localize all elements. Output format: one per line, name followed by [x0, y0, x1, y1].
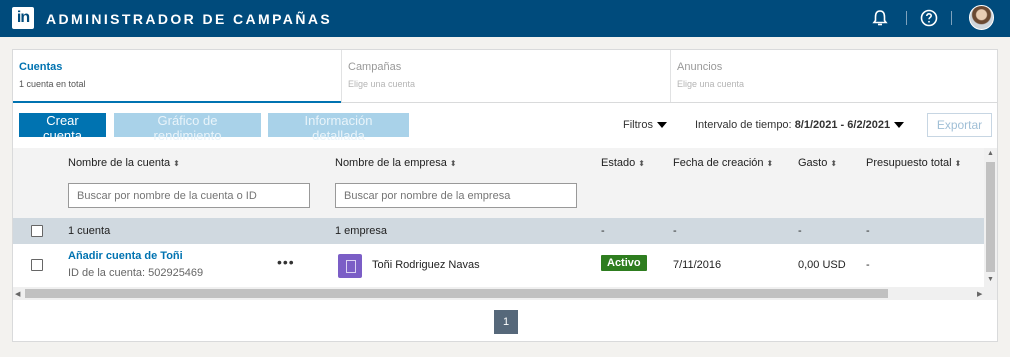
budget-value: -	[866, 259, 870, 271]
search-company-input[interactable]	[335, 183, 577, 208]
filters-label: Filtros	[623, 119, 653, 131]
sort-icon: ⬍	[638, 159, 645, 168]
table-row: Añadir cuenta de Toñi ID de la cuenta: 5…	[13, 244, 984, 287]
tab-ads-sub: Elige una cuenta	[677, 79, 745, 89]
tab-campaigns[interactable]: Campañas Elige una cuenta	[342, 50, 671, 102]
tab-ads[interactable]: Anuncios Elige una cuenta	[671, 50, 997, 102]
sort-icon: ⬍	[766, 159, 774, 168]
caret-down-icon	[656, 122, 667, 129]
time-range-dropdown[interactable]: Intervalo de tiempo: 8/1/2021 - 6/2/2021	[695, 119, 905, 131]
total-accounts: 1 cuenta	[68, 225, 111, 237]
accounts-table: Nombre de la cuenta ⬍ Nombre de la empres…	[13, 148, 984, 287]
total-budget: -	[866, 225, 870, 237]
tab-accounts[interactable]: Cuentas 1 cuenta en total	[13, 50, 342, 103]
detailed-info-button[interactable]: Información detallada	[268, 113, 409, 143]
divider	[951, 11, 952, 25]
tab-ads-label: Anuncios	[677, 61, 723, 73]
column-header-spend[interactable]: Gasto ⬍	[798, 157, 837, 169]
spend-value: 0,00 USD	[798, 259, 846, 271]
page-button-current[interactable]: 1	[494, 310, 518, 334]
column-header-created[interactable]: Fecha de creación ⬍	[673, 157, 773, 169]
select-all-checkbox[interactable]	[31, 225, 43, 237]
column-header-budget[interactable]: Presupuesto total ⬍	[866, 157, 961, 169]
top-bar: in ADMINISTRADOR DE CAMPAÑAS	[0, 0, 1010, 37]
total-companies: 1 empresa	[335, 225, 387, 237]
more-options-icon[interactable]: •••	[277, 254, 295, 270]
bell-icon[interactable]	[870, 8, 890, 28]
scroll-right-icon[interactable]: ▶	[977, 290, 982, 298]
create-account-button[interactable]: Crear cuenta	[19, 113, 106, 143]
column-header-account[interactable]: Nombre de la cuenta ⬍	[68, 157, 180, 169]
created-date: 7/11/2016	[673, 259, 722, 271]
export-button[interactable]: Exportar	[927, 113, 992, 137]
tab-campaigns-label: Campañas	[348, 61, 402, 73]
search-account-input[interactable]	[68, 183, 310, 208]
filters-dropdown[interactable]: Filtros	[623, 119, 667, 131]
time-range-label: Intervalo de tiempo:	[695, 119, 792, 131]
caret-down-icon	[894, 122, 905, 129]
row-checkbox[interactable]	[31, 259, 43, 271]
total-date: -	[673, 225, 677, 237]
scroll-down-icon[interactable]: ▼	[987, 276, 994, 283]
scroll-up-icon[interactable]: ▲	[987, 150, 994, 157]
sort-icon: ⬍	[830, 159, 838, 168]
divider	[906, 11, 907, 25]
app-title: ADMINISTRADOR DE CAMPAÑAS	[46, 11, 333, 27]
time-range-value: 8/1/2021 - 6/2/2021	[794, 119, 891, 131]
horizontal-scroll-thumb[interactable]	[25, 289, 888, 298]
sort-icon: ⬍	[954, 159, 962, 168]
main-card: Cuentas 1 cuenta en total Campañas Elige…	[12, 49, 998, 342]
horizontal-scrollbar[interactable]: ◀ ▶	[13, 287, 997, 300]
tab-accounts-label: Cuentas	[19, 61, 63, 73]
account-name-link[interactable]: Añadir cuenta de Toñi	[68, 250, 183, 262]
help-icon[interactable]	[919, 8, 939, 28]
column-header-company[interactable]: Nombre de la empresa ⬍	[335, 157, 457, 169]
status-badge: Activo	[601, 255, 647, 271]
tab-campaigns-sub: Elige una cuenta	[348, 79, 416, 89]
total-spend: -	[798, 225, 802, 237]
scroll-left-icon[interactable]: ◀	[15, 290, 20, 298]
column-header-status[interactable]: Estado ⬍	[601, 157, 645, 169]
vertical-scrollbar[interactable]: ▲ ▼	[984, 148, 997, 287]
company-logo	[338, 254, 362, 278]
sort-icon: ⬍	[173, 159, 180, 168]
avatar[interactable]	[969, 5, 994, 30]
vertical-scroll-thumb[interactable]	[986, 162, 995, 272]
linkedin-logo[interactable]: in	[12, 7, 34, 29]
total-status: -	[601, 225, 605, 237]
table-header: Nombre de la cuenta ⬍ Nombre de la empres…	[13, 148, 984, 218]
tab-bar: Cuentas 1 cuenta en total Campañas Elige…	[13, 50, 997, 103]
tab-accounts-sub: 1 cuenta en total	[19, 79, 86, 89]
company-name: Toñi Rodriguez Navas	[372, 259, 480, 271]
sort-icon: ⬍	[449, 159, 457, 168]
totals-row: 1 cuenta 1 empresa - - - -	[13, 218, 984, 244]
performance-chart-button[interactable]: Gráfico de rendimiento	[114, 113, 261, 143]
account-id: ID de la cuenta: 502925469	[68, 267, 204, 279]
